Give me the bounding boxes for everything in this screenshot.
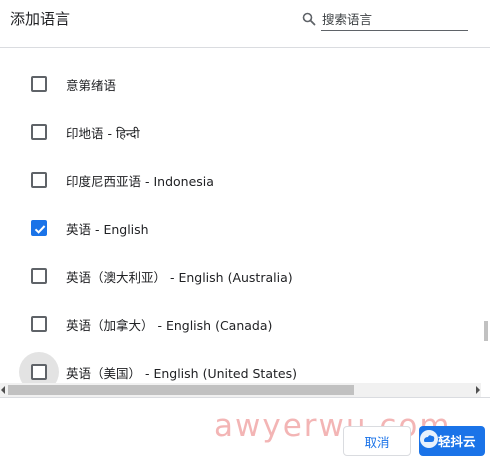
language-row-indonesian[interactable]: 印度尼西亚语 - Indonesia [0,156,481,204]
logo-text: 轻抖云 [438,434,476,449]
language-label: 英语（澳大利亚） - English (Australia) [66,270,293,285]
language-row-english[interactable]: 英语 - English [0,204,481,252]
search-icon [302,12,316,26]
scroll-right-arrow-icon[interactable] [476,386,480,394]
scroll-left-arrow-icon[interactable] [1,386,5,394]
language-checkbox[interactable] [31,316,47,332]
language-label: 英语 - English [66,222,149,237]
language-row-english-us[interactable]: 英语（美国） - English (United States) [0,348,481,383]
language-checkbox-checked[interactable] [31,220,47,236]
horizontal-scrollbar[interactable] [0,383,481,397]
search-box[interactable] [302,9,468,31]
watermark: awyerwu.com [214,408,452,444]
language-label: 印地语 - हिन्दी [66,126,140,141]
language-checkbox[interactable] [31,76,47,92]
cloud-logo-icon [420,430,438,448]
language-list[interactable]: 意第绪语 印地语 - हिन्दी 印度尼西亚语 - Indonesia 英语 … [0,49,481,383]
language-row-english-canada[interactable]: 英语（加拿大） - English (Canada) [0,300,481,348]
search-input[interactable] [321,9,468,31]
dialog-title: 添加语言 [10,10,71,28]
language-checkbox[interactable] [31,364,47,380]
language-checkbox[interactable] [31,268,47,284]
language-label: 意第绪语 [66,78,117,93]
horizontal-scroll-thumb[interactable] [8,385,354,395]
language-row-yiddish[interactable]: 意第绪语 [0,60,481,108]
language-label: 印度尼西亚语 - Indonesia [66,174,214,189]
language-row-hindi[interactable]: 印地语 - हिन्दी [0,108,481,156]
language-checkbox[interactable] [31,124,47,140]
dialog-header: 添加语言 [0,0,490,48]
dialog-footer: awyerwu.com 取消 轻抖云 [0,397,490,461]
add-languages-dialog: 添加语言 意第绪语 印地语 - हिन्दी 印度尼西亚语 - Indonesi… [0,0,490,461]
language-label: 英语（加拿大） - English (Canada) [66,318,273,333]
language-checkbox[interactable] [31,172,47,188]
check-icon [34,225,46,234]
language-row-english-australia[interactable]: 英语（澳大利亚） - English (Australia) [0,252,481,300]
cancel-button[interactable]: 取消 [343,426,411,456]
vertical-scroll-thumb[interactable] [484,321,488,341]
vertical-scrollbar[interactable] [481,49,490,383]
language-label: 英语（美国） - English (United States) [66,366,297,381]
